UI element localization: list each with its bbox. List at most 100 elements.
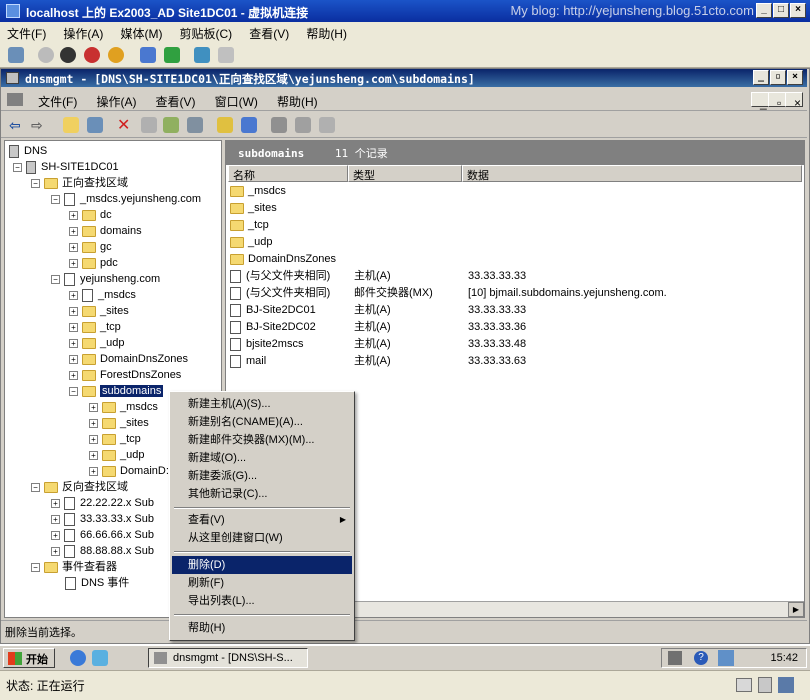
menu-new-window[interactable]: 从这里创建窗口(W) [172, 529, 352, 547]
list-item[interactable]: BJ-Site2DC01 主机(A) 33.33.33.33 [230, 302, 526, 319]
tree-node-sub-msdcs[interactable]: + _msdcs [89, 399, 158, 415]
collapse-icon[interactable]: − [51, 274, 60, 284]
mmc-menu-action[interactable]: 操作(A) [88, 89, 144, 114]
menu-help[interactable]: 帮助(H) [172, 619, 352, 637]
tree-node-sub-udp[interactable]: + _udp [89, 447, 144, 463]
export-icon[interactable] [187, 117, 203, 133]
tree-node-zone[interactable]: − yejunsheng.com [51, 271, 160, 287]
collapse-icon[interactable]: − [31, 562, 40, 572]
up-folder-icon[interactable] [63, 117, 79, 133]
server-icon[interactable] [271, 117, 287, 133]
tree-node-dns[interactable]: DNS [9, 143, 47, 159]
expand-icon[interactable]: + [89, 466, 98, 476]
reset-icon[interactable] [164, 47, 180, 63]
tree-node-gc[interactable]: + gc [69, 239, 112, 255]
tree-node-reverse-22[interactable]: +22.22.22.x Sub [51, 495, 154, 511]
tree-node-forestdnszones[interactable]: + ForestDnsZones [69, 367, 181, 383]
child-minimize-button[interactable]: _ [751, 92, 769, 109]
turn-off-icon[interactable] [60, 47, 76, 63]
list-item[interactable]: (与父文件夹相同) 邮件交换器(MX) [10] bjmail.subdomains… [230, 285, 667, 302]
mmc-restore-button[interactable]: ▫ [770, 70, 786, 85]
start-button[interactable]: 开始 [3, 648, 55, 668]
expand-icon[interactable]: + [89, 434, 98, 444]
ie-icon[interactable] [70, 650, 86, 666]
expand-icon[interactable]: + [69, 290, 78, 300]
tree-node-dc[interactable]: + dc [69, 207, 112, 223]
tree-node-sub-tcp[interactable]: + _tcp [89, 431, 141, 447]
tree-node-dns-events[interactable]: DNS 事件 [65, 575, 129, 591]
expand-icon[interactable]: + [69, 210, 78, 220]
mmc-close-button[interactable]: × [787, 70, 803, 85]
mmc-menu-help[interactable]: 帮助(H) [269, 89, 326, 114]
tree-node-sub-sites[interactable]: + _sites [89, 415, 149, 431]
expand-icon[interactable]: + [69, 306, 78, 316]
properties-icon[interactable] [141, 117, 157, 133]
menu-refresh[interactable]: 刷新(F) [172, 574, 352, 592]
tree-node-reverse-33[interactable]: +33.33.33.x Sub [51, 511, 154, 527]
save-state-icon[interactable] [108, 47, 124, 63]
expand-icon[interactable]: + [89, 450, 98, 460]
zone-icon[interactable] [319, 117, 335, 133]
expand-icon[interactable]: + [69, 322, 78, 332]
tree-node-subdomains[interactable]: − subdomains [69, 383, 164, 399]
list-item[interactable]: _tcp [230, 217, 269, 234]
taskbar-dnsmgmt[interactable]: dnsmgmt - [DNS\SH-S... [148, 648, 308, 668]
forward-arrow-icon[interactable]: ⇨ [31, 117, 43, 134]
column-data[interactable]: 数据 [462, 165, 802, 182]
menu-new-host[interactable]: 新建主机(A)(S)... [172, 395, 352, 413]
list-item[interactable]: _msdcs [230, 183, 286, 200]
console-tree-icon[interactable] [241, 117, 257, 133]
expand-icon[interactable]: + [89, 418, 98, 428]
expand-icon[interactable]: + [89, 402, 98, 412]
expand-icon[interactable]: + [69, 242, 78, 252]
tree-node-reverse-zones[interactable]: − 反向查找区域 [31, 479, 128, 495]
help-icon[interactable] [217, 117, 233, 133]
tree-node-domains[interactable]: + domains [69, 223, 142, 239]
help-tray-icon[interactable]: ? [694, 651, 708, 665]
list-item[interactable]: DomainDnsZones [230, 251, 336, 268]
show-tree-icon[interactable] [87, 117, 103, 133]
mmc-menu-window[interactable]: 窗口(W) [207, 89, 266, 114]
start-vm-icon[interactable] [38, 47, 54, 63]
menu-export-list[interactable]: 导出列表(L)... [172, 592, 352, 610]
column-type[interactable]: 类型 [348, 165, 462, 182]
tree-node-pdc[interactable]: + pdc [69, 255, 118, 271]
list-item[interactable]: (与父文件夹相同) 主机(A) 33.33.33.33 [230, 268, 526, 285]
list-item[interactable]: BJ-Site2DC02 主机(A) 33.33.33.36 [230, 319, 526, 336]
tree-node-msdcs-zone[interactable]: − _msdcs.yejunsheng.com [51, 191, 201, 207]
expand-icon[interactable]: + [69, 226, 78, 236]
tree-node-zone-sites[interactable]: + _sites [69, 303, 129, 319]
menu-new-delegation[interactable]: 新建委派(G)... [172, 467, 352, 485]
mmc-menu-file[interactable]: 文件(F) [30, 89, 85, 114]
list-item[interactable]: _udp [230, 234, 272, 251]
list-item[interactable]: bjsite2mscs 主机(A) 33.33.33.48 [230, 336, 526, 353]
menu-view[interactable]: 查看(V) ▶ [172, 511, 352, 529]
tree-node-server[interactable]: − SH-SITE1DC01 [13, 159, 119, 175]
collapse-icon[interactable]: − [31, 178, 40, 188]
maximize-button[interactable]: □ [773, 3, 789, 18]
child-restore-button[interactable]: ▫ [768, 92, 786, 109]
revert-icon[interactable] [218, 47, 234, 63]
menu-delete[interactable]: 删除(D) [172, 556, 352, 574]
expand-icon[interactable]: + [51, 514, 60, 524]
mmc-minimize-button[interactable]: _ [753, 70, 769, 85]
menu-other-records[interactable]: 其他新记录(C)... [172, 485, 352, 503]
menu-new-mx[interactable]: 新建邮件交换器(MX)(M)... [172, 431, 352, 449]
tree-node-zone-msdcs[interactable]: + _msdcs [69, 287, 136, 303]
expand-icon[interactable]: + [69, 338, 78, 348]
tree-node-domaindnszones[interactable]: + DomainDnsZones [69, 351, 188, 367]
column-name[interactable]: 名称 [228, 165, 348, 182]
tree-node-zone-tcp[interactable]: + _tcp [69, 319, 121, 335]
refresh-icon[interactable] [163, 117, 179, 133]
tree-node-reverse-66[interactable]: +66.66.66.x Sub [51, 527, 154, 543]
scroll-right-icon[interactable]: ▶ [788, 602, 804, 617]
delete-icon[interactable]: ✕ [117, 115, 130, 135]
tree-node-zone-udp[interactable]: + _udp [69, 335, 124, 351]
tree-node-sub-domaindnszones[interactable]: + DomainD: [89, 463, 169, 479]
records-icon[interactable] [295, 117, 311, 133]
tree-node-event-viewer[interactable]: − 事件查看器 [31, 559, 117, 575]
collapse-icon[interactable]: − [51, 194, 60, 204]
list-item[interactable]: mail 主机(A) 33.33.33.63 [230, 353, 526, 370]
menu-new-domain[interactable]: 新建域(O)... [172, 449, 352, 467]
ctrl-alt-del-icon[interactable] [8, 47, 24, 63]
